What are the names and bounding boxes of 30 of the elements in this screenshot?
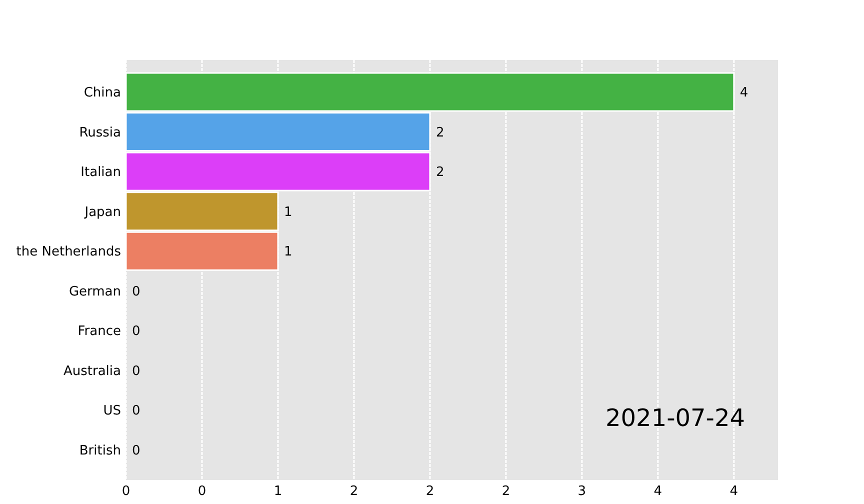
value-label: 1: [284, 244, 292, 260]
value-label: 0: [132, 364, 140, 379]
value-label: 0: [132, 404, 140, 419]
value-label: 2: [436, 125, 444, 140]
tick-label: 2: [350, 484, 358, 499]
category-label: France: [78, 324, 121, 340]
category-label: Italian: [80, 165, 121, 180]
tick-label: 0: [198, 484, 206, 499]
value-label: 1: [284, 204, 292, 220]
tick-label: 2: [426, 484, 434, 499]
category-label: Japan: [84, 204, 121, 220]
value-label: 2: [436, 165, 444, 180]
tick-label: 4: [654, 484, 662, 499]
tick-label: 0: [122, 484, 130, 499]
tick-label: 2: [502, 484, 510, 499]
category-label: Russia: [79, 125, 121, 140]
tick-label: 3: [578, 484, 586, 499]
tick-label: 1: [274, 484, 282, 499]
value-label: 0: [132, 324, 140, 340]
category-label: US: [103, 404, 121, 419]
value-label: 0: [132, 444, 140, 459]
category-label: the Netherlands: [16, 244, 121, 260]
value-label: 0: [132, 284, 140, 300]
value-label: 4: [740, 86, 748, 100]
category-label: German: [68, 284, 121, 300]
category-label: British: [79, 444, 121, 459]
category-label: China: [84, 86, 121, 100]
tick-label: 4: [730, 484, 738, 499]
category-label: Australia: [63, 364, 121, 379]
date-label: 2021-07-24: [606, 404, 745, 432]
